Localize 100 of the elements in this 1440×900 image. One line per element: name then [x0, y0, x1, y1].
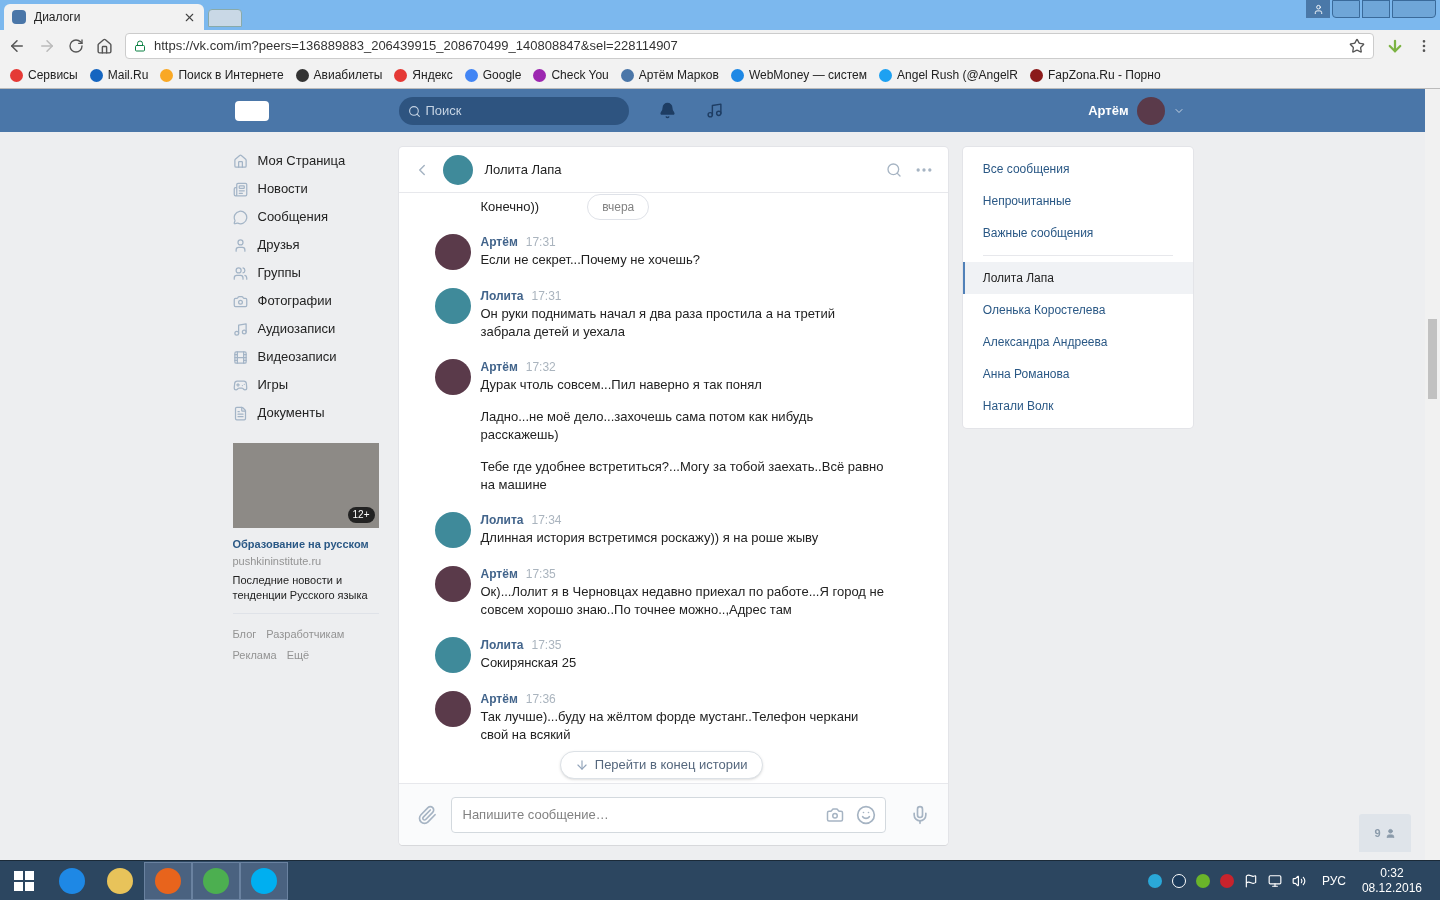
tab-favicon-icon — [12, 10, 26, 24]
nav-icon — [232, 181, 248, 197]
home-icon[interactable] — [96, 37, 113, 55]
ad-title[interactable]: Образование на русском — [232, 536, 379, 553]
lock-icon — [134, 40, 146, 52]
tab-title: Диалоги — [34, 9, 82, 26]
attach-icon[interactable] — [416, 804, 437, 825]
volume-icon[interactable] — [1291, 873, 1306, 888]
ad-photo-placeholder[interactable] — [232, 443, 379, 528]
avatar[interactable] — [434, 234, 471, 270]
bookmark-item[interactable]: Angel Rush (@AngelR — [879, 66, 1018, 84]
author-name[interactable]: Артём — [480, 566, 518, 583]
nav-icon — [232, 209, 248, 225]
dialog-item[interactable]: Александра Андреева — [962, 326, 1193, 358]
bookmark-item[interactable]: Авиабилеты — [295, 66, 383, 84]
flag-icon[interactable] — [1243, 873, 1258, 888]
message-text: Ок)...Лолит я в Черновцах недавно приехал по работе...Я город не совсем хорошо знаю..По точнее можно..,Адрес там — [480, 583, 885, 619]
folder-item[interactable]: Все сообщения — [962, 153, 1193, 185]
message-time: 17:31 — [531, 288, 562, 305]
nav-icon — [232, 153, 248, 169]
back-icon[interactable] — [8, 37, 26, 55]
dialog-item[interactable]: Лолита Лапа — [962, 262, 1193, 294]
address-bar[interactable]: https://vk.com/im?peers=136889883_206439915_208670499_140808847&sel=228114907 — [125, 33, 1374, 59]
bookmark-item[interactable]: Сервисы — [10, 66, 78, 84]
bookmark-item[interactable]: Артём Марков — [620, 66, 719, 84]
dialog-item[interactable]: Анна Романова — [962, 358, 1193, 390]
avatar[interactable] — [434, 359, 471, 395]
favicon-icon — [295, 68, 309, 82]
avatar[interactable] — [434, 566, 471, 602]
url-text: https://vk.com/im?peers=136889883_206439915_208670499_140808847&sel=228114907 — [154, 37, 679, 56]
nav-link[interactable]: Аудиозаписи — [232, 315, 379, 343]
scrollbar[interactable] — [1425, 89, 1440, 860]
author-name[interactable]: Лолита — [480, 637, 524, 654]
restore-button[interactable] — [1362, 0, 1390, 18]
search-icon[interactable] — [885, 161, 902, 178]
favicon-icon — [1029, 68, 1043, 82]
nav-link[interactable]: Игры — [232, 371, 379, 399]
search-field[interactable]: Поиск — [398, 96, 629, 125]
tray-app-icon[interactable] — [1171, 873, 1186, 888]
author-name[interactable]: Лолита — [480, 288, 524, 305]
user-name[interactable]: Артём — [1088, 100, 1129, 121]
message-input-field[interactable]: Напишите сообщение… — [450, 796, 886, 833]
dialog-item[interactable]: Натали Волк — [962, 390, 1193, 422]
vk-logo[interactable] — [234, 100, 269, 121]
bell-icon[interactable] — [658, 102, 676, 119]
message-text: Так лучше)...буду на жёлтом форде мустанг..Телефон черкани свой на всякий — [480, 708, 860, 744]
bookmark-item[interactable]: Яндекс — [394, 66, 453, 84]
favicon-icon — [464, 68, 478, 82]
author-name[interactable]: Артём — [480, 359, 518, 376]
bookmark-item[interactable]: Поиск в Интернете — [160, 66, 284, 84]
arrow-down-icon — [574, 758, 589, 772]
camera-icon[interactable] — [825, 805, 844, 824]
message-text: Ладно...не моё дело...захочешь сама потом как нибудь расскажешь) — [480, 408, 815, 444]
nav-link[interactable]: Группы — [232, 259, 379, 287]
folder-item[interactable]: Важные сообщения — [962, 217, 1193, 249]
nav-link[interactable]: Документы — [232, 399, 379, 427]
folder-item[interactable]: Непрочитанные — [962, 185, 1193, 217]
bookmark-item[interactable]: FapZona.Ru - Порно — [1029, 66, 1161, 84]
language-indicator[interactable]: РУС — [1321, 871, 1346, 890]
emoji-icon[interactable] — [855, 804, 876, 825]
avatar[interactable] — [434, 691, 471, 727]
favicon-icon — [879, 68, 893, 82]
dialog-item[interactable]: Оленька Коростелева — [962, 294, 1193, 326]
close-button[interactable] — [1392, 0, 1436, 18]
network-icon[interactable] — [1267, 873, 1282, 888]
message-time: 17:34 — [531, 512, 562, 529]
bookmark-star-icon[interactable] — [1349, 38, 1365, 54]
clock[interactable]: 0:32 08.12.2016 — [1361, 865, 1422, 896]
nav-icon — [232, 405, 248, 421]
bookmark-item[interactable]: Google — [464, 66, 522, 84]
author-name[interactable]: Артём — [480, 691, 518, 708]
taskbar-app-icon[interactable] — [144, 861, 192, 900]
ad-domain: pushkininstitute.ru — [232, 553, 323, 569]
nav-link[interactable]: Новости — [232, 175, 379, 203]
bookmark-item[interactable]: Mail.Ru — [89, 66, 149, 84]
download-icon[interactable] — [1386, 37, 1404, 55]
music-icon[interactable] — [705, 102, 723, 119]
jump-to-end-button[interactable]: Перейти в конец истории — [559, 751, 763, 779]
taskbar-app-icon[interactable] — [240, 861, 288, 900]
nav-link[interactable]: Моя Страница — [232, 147, 379, 175]
message-text: Тебе где удобнее встретиться?...Могу за тобой заехать..Всё равно на машине — [480, 458, 885, 494]
minimize-button[interactable] — [1332, 0, 1360, 18]
favicon-icon — [394, 68, 408, 82]
nav-icon — [232, 349, 248, 365]
author-name[interactable]: Артём — [480, 234, 518, 251]
author-name[interactable]: Лолита — [480, 512, 524, 529]
profile-icon[interactable] — [1306, 0, 1330, 18]
browser-tab[interactable]: Диалоги — [4, 4, 204, 30]
nav-link[interactable]: Видеозаписи — [232, 343, 379, 371]
nav-link[interactable]: Друзья — [232, 231, 379, 259]
favicon-icon — [89, 68, 103, 82]
nav-link[interactable]: Фотографии — [232, 287, 379, 315]
bookmark-item[interactable]: Check You — [533, 66, 609, 84]
message-text: Если не секрет...Почему не хочешь? — [480, 251, 702, 269]
message-text: Дурак чтоль совсем...Пил наверно я так понял — [480, 376, 763, 394]
nav-icon — [232, 237, 248, 253]
taskbar-app-icon[interactable] — [192, 861, 240, 900]
reload-icon[interactable] — [68, 38, 84, 54]
bookmark-item[interactable]: WebMoney — систем — [730, 66, 868, 84]
nav-link[interactable]: Сообщения — [232, 203, 379, 231]
